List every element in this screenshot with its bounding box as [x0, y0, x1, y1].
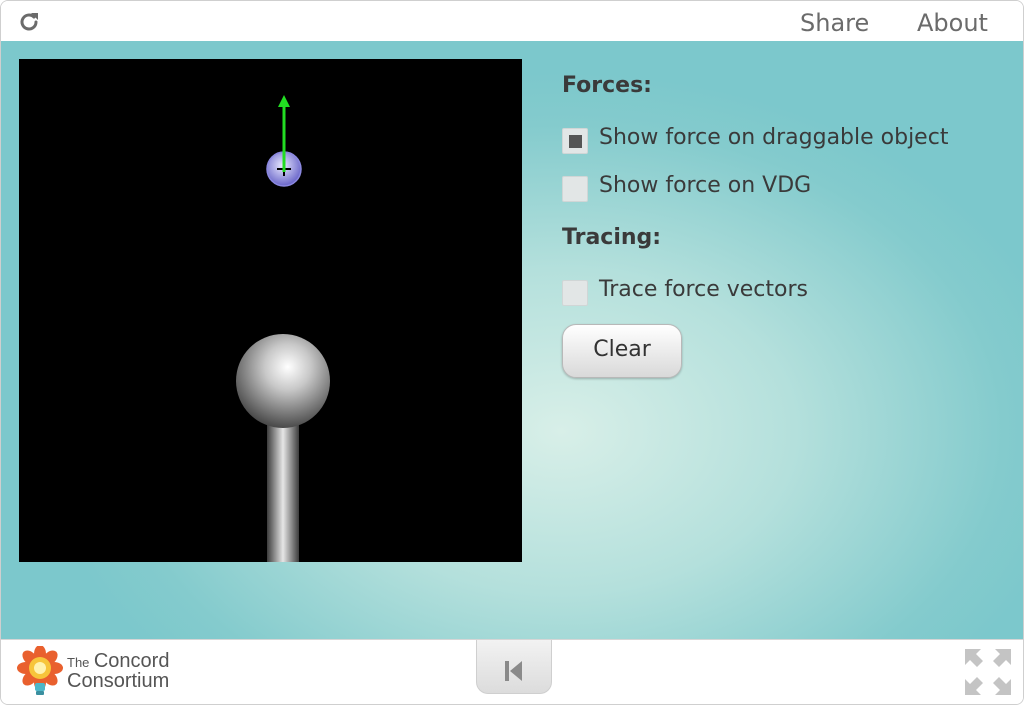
tracing-heading: Tracing: — [562, 225, 662, 250]
brand-name: The Concord Consortium — [67, 650, 170, 692]
vdg-dome — [236, 334, 330, 428]
checkbox-box[interactable] — [562, 280, 588, 306]
clear-button[interactable]: Clear — [562, 324, 682, 378]
show-force-vdg-label[interactable]: Show force on VDG — [599, 173, 811, 198]
share-link[interactable]: Share — [800, 9, 869, 37]
fullscreen-icon[interactable] — [964, 648, 1012, 696]
about-link[interactable]: About — [917, 9, 988, 37]
checkbox-box[interactable] — [562, 176, 588, 202]
vdg-pole — [267, 417, 299, 562]
reload-icon[interactable] — [17, 10, 41, 34]
checkbox-box[interactable] — [562, 128, 588, 154]
app-frame: Share About Forces: Show force on dragga… — [0, 0, 1024, 705]
simulation-canvas[interactable] — [19, 59, 522, 562]
bottom-bar: The Concord Consortium — [1, 639, 1023, 704]
brand-concord: Concord — [93, 650, 170, 672]
concord-logo-icon — [17, 646, 63, 695]
show-force-draggable-label[interactable]: Show force on draggable object — [599, 125, 948, 150]
trace-force-vectors-label[interactable]: Trace force vectors — [599, 277, 808, 302]
back-to-start-button[interactable] — [476, 640, 552, 694]
top-bar: Share About — [1, 1, 1023, 41]
brand-the: The — [67, 655, 90, 670]
checkbox-check-icon — [569, 135, 582, 148]
skip-back-icon — [505, 661, 522, 681]
vdg-generator — [236, 334, 330, 562]
main-area: Forces: Show force on draggable object S… — [1, 41, 1023, 639]
forces-heading: Forces: — [562, 73, 652, 98]
brand-consortium: Consortium — [67, 670, 170, 692]
